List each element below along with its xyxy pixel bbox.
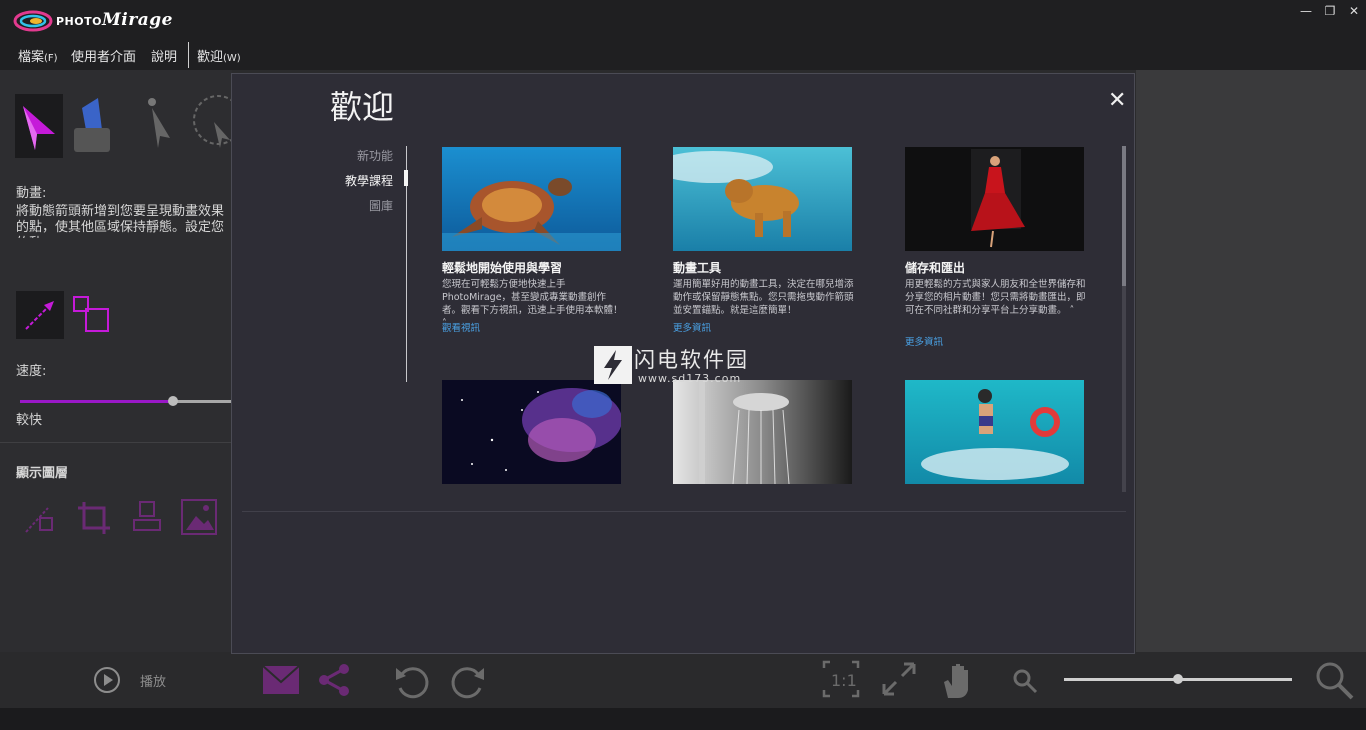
surfer-photo [905, 380, 1084, 484]
card-link-more-info[interactable]: 更多資訊 [905, 334, 943, 348]
sea-turtle-photo [442, 147, 621, 251]
play-icon[interactable] [92, 665, 122, 695]
lasso-tool[interactable] [184, 94, 232, 158]
menu-help[interactable]: 說明 [151, 46, 177, 65]
share-icon[interactable] [316, 662, 352, 698]
card-image-dog[interactable] [673, 147, 852, 251]
galaxy-photo [442, 380, 621, 484]
svg-text:1:1: 1:1 [831, 671, 857, 690]
email-icon[interactable] [262, 664, 300, 696]
stamp-layer-icon[interactable] [128, 498, 168, 538]
card-description: 用更輕鬆的方式與家人朋友和全世界儲存和分享您的相片動畫！您只需將動畫匯出，即可在… [905, 279, 1086, 316]
zoom-out-icon[interactable] [1012, 668, 1038, 694]
restore-button[interactable]: ❐ [1320, 4, 1340, 20]
nav-active-marker [404, 170, 408, 186]
nav-tutorials[interactable]: 教學課程 [297, 172, 393, 189]
anchor-icon [74, 98, 110, 152]
status-bar [0, 708, 1366, 730]
nav-whats-new[interactable]: 新功能 [297, 147, 393, 164]
card-link-more-info[interactable]: 更多資訊 [673, 320, 711, 334]
shower-photo [673, 380, 852, 484]
card-image-galaxy[interactable] [442, 380, 621, 484]
watermark-text: 闪电软件园 [634, 348, 749, 372]
lasso-icon [193, 95, 232, 148]
dialog-title: 歡迎 [330, 88, 395, 126]
pointer-icon [148, 98, 170, 148]
speed-slider-handle[interactable] [168, 396, 178, 406]
speed-label: 速度: [16, 364, 47, 379]
speed-slider-fill [20, 400, 173, 403]
watermark-logo-icon [594, 346, 632, 384]
motion-arrow-icon [23, 106, 55, 150]
minimize-button[interactable]: — [1296, 4, 1316, 20]
close-window-button[interactable]: ✕ [1344, 4, 1364, 20]
mask-subtool[interactable] [70, 293, 114, 337]
card-image-turtle[interactable] [442, 147, 621, 251]
card-description: 運用簡單好用的動畫工具，決定在哪兒增添動作或保留靜態焦點。您只需拖曳動作箭頭並安… [673, 279, 854, 316]
menu-file[interactable]: 檔案(F) [18, 46, 58, 65]
card-image-shower[interactable] [673, 380, 852, 484]
play-label[interactable]: 播放 [140, 671, 166, 690]
card-image-surfer[interactable] [905, 380, 1084, 484]
select-tool[interactable] [136, 94, 184, 158]
app-logo-icon [13, 10, 53, 32]
motion-arrow-tool[interactable] [15, 94, 63, 158]
fit-screen-icon[interactable] [880, 660, 918, 698]
motion-arrow-subtool[interactable] [16, 291, 64, 339]
red-dress-photo [905, 147, 1084, 251]
panel-divider [0, 442, 232, 443]
anchor-tool[interactable] [68, 94, 116, 158]
nav-gallery[interactable]: 圖庫 [297, 197, 393, 214]
canvas-area[interactable] [1136, 70, 1366, 652]
card-image-dress[interactable] [905, 147, 1084, 251]
pan-hand-icon[interactable] [940, 660, 976, 700]
image-layer-icon[interactable] [180, 498, 220, 538]
crop-layer-icon[interactable] [74, 498, 114, 538]
redo-icon[interactable] [450, 662, 488, 700]
title-bar [0, 0, 1366, 40]
menu-separator [188, 42, 189, 68]
card-link-watch-video[interactable]: 觀看視訊 [442, 320, 480, 334]
app-logo-text: PHOTOMirage [56, 10, 173, 30]
card-title: 輕鬆地開始使用與學習 [442, 261, 563, 275]
card-title: 儲存和匯出 [905, 261, 966, 275]
mask-shapes-icon [73, 296, 109, 332]
watermark-url: www.sd173.com [638, 372, 742, 385]
card-title: 動畫工具 [673, 261, 722, 275]
arrows-layer-icon[interactable] [20, 498, 60, 538]
animation-description: 將動態箭頭新增到您要呈現動畫效果的點，使其他區域保持靜態。設定您的動 [16, 204, 225, 238]
swimming-dog-photo [673, 147, 852, 251]
dialog-close-button[interactable]: ✕ [1108, 88, 1126, 113]
speed-value-label: 較快 [16, 413, 43, 428]
menu-welcome[interactable]: 歡迎(W) [197, 46, 241, 65]
dialog-scrollbar-thumb[interactable] [1122, 146, 1126, 286]
zoom-in-icon[interactable] [1314, 660, 1354, 700]
arrow-line-icon [25, 301, 54, 330]
actual-size-icon[interactable]: 1:1 [822, 660, 860, 698]
menu-ui[interactable]: 使用者介面 [71, 46, 136, 65]
undo-icon[interactable] [392, 662, 430, 700]
dialog-divider [242, 511, 1126, 512]
zoom-slider-handle[interactable] [1173, 674, 1183, 684]
layers-title: 顯示圖層 [16, 466, 69, 481]
animation-title: 動畫: [16, 186, 47, 201]
